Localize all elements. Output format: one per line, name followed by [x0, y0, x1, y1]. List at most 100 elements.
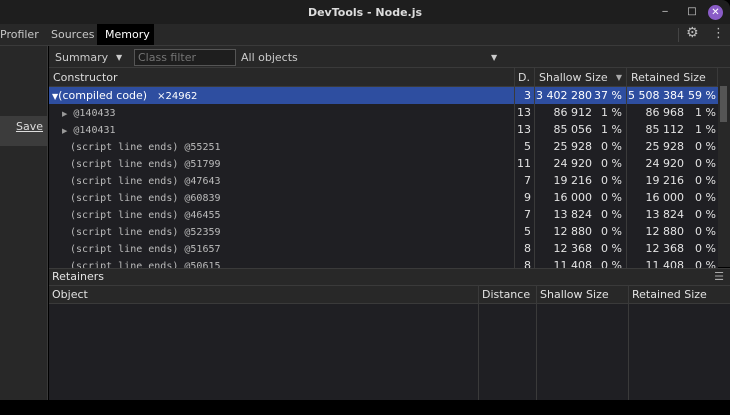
- column-constructor[interactable]: Constructor: [49, 68, 515, 87]
- retained-size-cell: 5 508 384: [628, 89, 684, 102]
- table-row[interactable]: (script line ends) @52359 5 12 880 0 % 12…: [49, 223, 718, 240]
- retained-size-cell: 13 824: [645, 208, 685, 221]
- object-name: (script line ends) @51657: [70, 244, 221, 255]
- shallow-size-cell: 13 824: [553, 208, 593, 221]
- settings-gear-icon[interactable]: ⚙: [686, 25, 699, 41]
- distance-cell: 3: [515, 87, 535, 104]
- view-select[interactable]: Summary: [55, 51, 108, 64]
- table-row[interactable]: ▼(compiled code) ×24962 3 3 402 280 37 % 5…: [49, 87, 718, 104]
- shallow-percent-cell: 0 %: [601, 242, 622, 255]
- retained-percent-cell: 0 %: [695, 208, 716, 221]
- object-name: (script line ends) @55251: [70, 142, 221, 153]
- distance-cell: 9: [515, 189, 535, 206]
- retained-size-cell: 24 920: [645, 157, 685, 170]
- distance-cell: 5: [515, 138, 535, 155]
- memory-toolbar: Summary ▼ All objects ▼: [49, 46, 730, 68]
- retainers-column-retained[interactable]: Retained Size: [629, 286, 730, 304]
- retained-percent-cell: 0 %: [695, 140, 716, 153]
- column-distance[interactable]: D.: [515, 68, 535, 87]
- shallow-percent-cell: 37 %: [594, 89, 622, 102]
- table-row[interactable]: (script line ends) @55251 5 25 928 0 % 25…: [49, 138, 718, 155]
- shallow-size-cell: 24 920: [553, 157, 593, 170]
- object-name: (script line ends) @51799: [70, 159, 221, 170]
- shallow-size-cell: 25 928: [553, 140, 593, 153]
- tab-sources[interactable]: Sources: [43, 24, 103, 45]
- sort-desc-icon: ▼: [615, 73, 622, 82]
- retainers-menu-icon[interactable]: ☰: [714, 269, 724, 285]
- shallow-size-cell: 12 880: [553, 225, 593, 238]
- retained-percent-cell: 59 %: [688, 89, 716, 102]
- retained-percent-cell: 0 %: [695, 225, 716, 238]
- table-row[interactable]: (script line ends) @46455 7 13 824 0 % 13…: [49, 206, 718, 223]
- retainers-column-distance[interactable]: Distance: [479, 286, 537, 304]
- object-name: (script line ends) @46455: [70, 210, 221, 221]
- shallow-percent-cell: 0 %: [601, 140, 622, 153]
- object-name: (script line ends) @52359: [70, 227, 221, 238]
- retained-size-cell: 86 968: [645, 106, 685, 119]
- class-filter-input[interactable]: [134, 49, 236, 66]
- distance-cell: 8: [515, 240, 535, 257]
- distance-cell: 7: [515, 206, 535, 223]
- shallow-percent-cell: 1 %: [601, 123, 622, 136]
- retained-size-cell: 25 928: [645, 140, 685, 153]
- retainers-grid: Object Distance Shallow Size Retained Si…: [49, 286, 730, 400]
- tab-memory[interactable]: Memory: [97, 24, 154, 45]
- divider: [678, 28, 679, 42]
- expand-arrow-icon[interactable]: ▶: [62, 127, 67, 135]
- objects-select[interactable]: All objects: [241, 51, 298, 64]
- expand-arrow-icon[interactable]: ▶: [62, 110, 67, 118]
- constructor-name: (compiled code): [58, 89, 148, 102]
- table-row[interactable]: ▶ @140433 13 86 912 1 % 86 968 1 %: [49, 104, 718, 121]
- retained-percent-cell: 1 %: [695, 106, 716, 119]
- distance-cell: 5: [515, 223, 535, 240]
- table-row[interactable]: ▶ @140431 13 85 056 1 % 85 112 1 %: [49, 121, 718, 138]
- minimize-button[interactable]: ‒: [659, 6, 671, 18]
- retainers-column-shallow[interactable]: Shallow Size: [537, 286, 629, 304]
- distance-cell: 13: [515, 121, 535, 138]
- retained-size-cell: 16 000: [645, 191, 685, 204]
- window-title: DevTools - Node.js: [307, 6, 423, 19]
- object-name: (script line ends) @47643: [70, 176, 221, 187]
- table-row[interactable]: (script line ends) @60839 9 16 000 0 % 16…: [49, 189, 718, 206]
- shallow-percent-cell: 0 %: [601, 208, 622, 221]
- retained-size-cell: 12 880: [645, 225, 685, 238]
- maximize-button[interactable]: □: [686, 6, 698, 18]
- instance-count: ×24962: [157, 91, 198, 102]
- retainers-column-object[interactable]: Object: [49, 286, 479, 304]
- retained-size-cell: 85 112: [645, 123, 685, 136]
- shallow-size-cell: 3 402 280: [536, 89, 592, 102]
- distance-cell: 7: [515, 172, 535, 189]
- close-button[interactable]: ✕: [708, 5, 723, 20]
- view-dropdown-icon[interactable]: ▼: [116, 53, 122, 62]
- shallow-percent-cell: 1 %: [601, 106, 622, 119]
- table-row[interactable]: (script line ends) @51799 11 24 920 0 % 2…: [49, 155, 718, 172]
- shallow-size-cell: 16 000: [553, 191, 593, 204]
- shallow-size-label: Shallow Size: [539, 71, 608, 84]
- shallow-size-cell: 86 912: [553, 106, 593, 119]
- panel-tabs: Profiler Sources Memory ⚙ ⋮: [0, 24, 730, 46]
- tab-profiler[interactable]: Profiler: [0, 24, 47, 45]
- retained-size-cell: 12 368: [645, 242, 685, 255]
- grid-scrollbar[interactable]: [718, 68, 730, 267]
- shallow-percent-cell: 0 %: [601, 191, 622, 204]
- column-shallow-size[interactable]: Shallow Size ▼: [535, 68, 627, 87]
- table-row[interactable]: (script line ends) @51657 8 12 368 0 % 12…: [49, 240, 718, 257]
- object-id: @140431: [73, 125, 116, 136]
- retained-percent-cell: 1 %: [695, 123, 716, 136]
- objects-dropdown-icon[interactable]: ▼: [491, 53, 497, 62]
- shallow-size-cell: 12 368: [553, 242, 593, 255]
- scrollbar-thumb[interactable]: [720, 86, 727, 122]
- shallow-percent-cell: 0 %: [601, 174, 622, 187]
- shallow-size-cell: 19 216: [553, 174, 593, 187]
- shallow-percent-cell: 0 %: [601, 157, 622, 170]
- retainers-title: Retainers: [52, 270, 105, 283]
- column-retained-size[interactable]: Retained Size: [627, 68, 718, 87]
- title-bar: DevTools - Node.js ‒ □ ✕: [0, 0, 730, 24]
- distance-cell: 13: [515, 104, 535, 121]
- retainers-header: Retainers ☰: [49, 268, 730, 286]
- save-link[interactable]: Save: [16, 120, 43, 133]
- more-menu-icon[interactable]: ⋮: [712, 26, 725, 41]
- table-row[interactable]: (script line ends) @47643 7 19 216 0 % 19…: [49, 172, 718, 189]
- snapshot-item[interactable]: Save: [0, 116, 48, 146]
- retained-percent-cell: 0 %: [695, 242, 716, 255]
